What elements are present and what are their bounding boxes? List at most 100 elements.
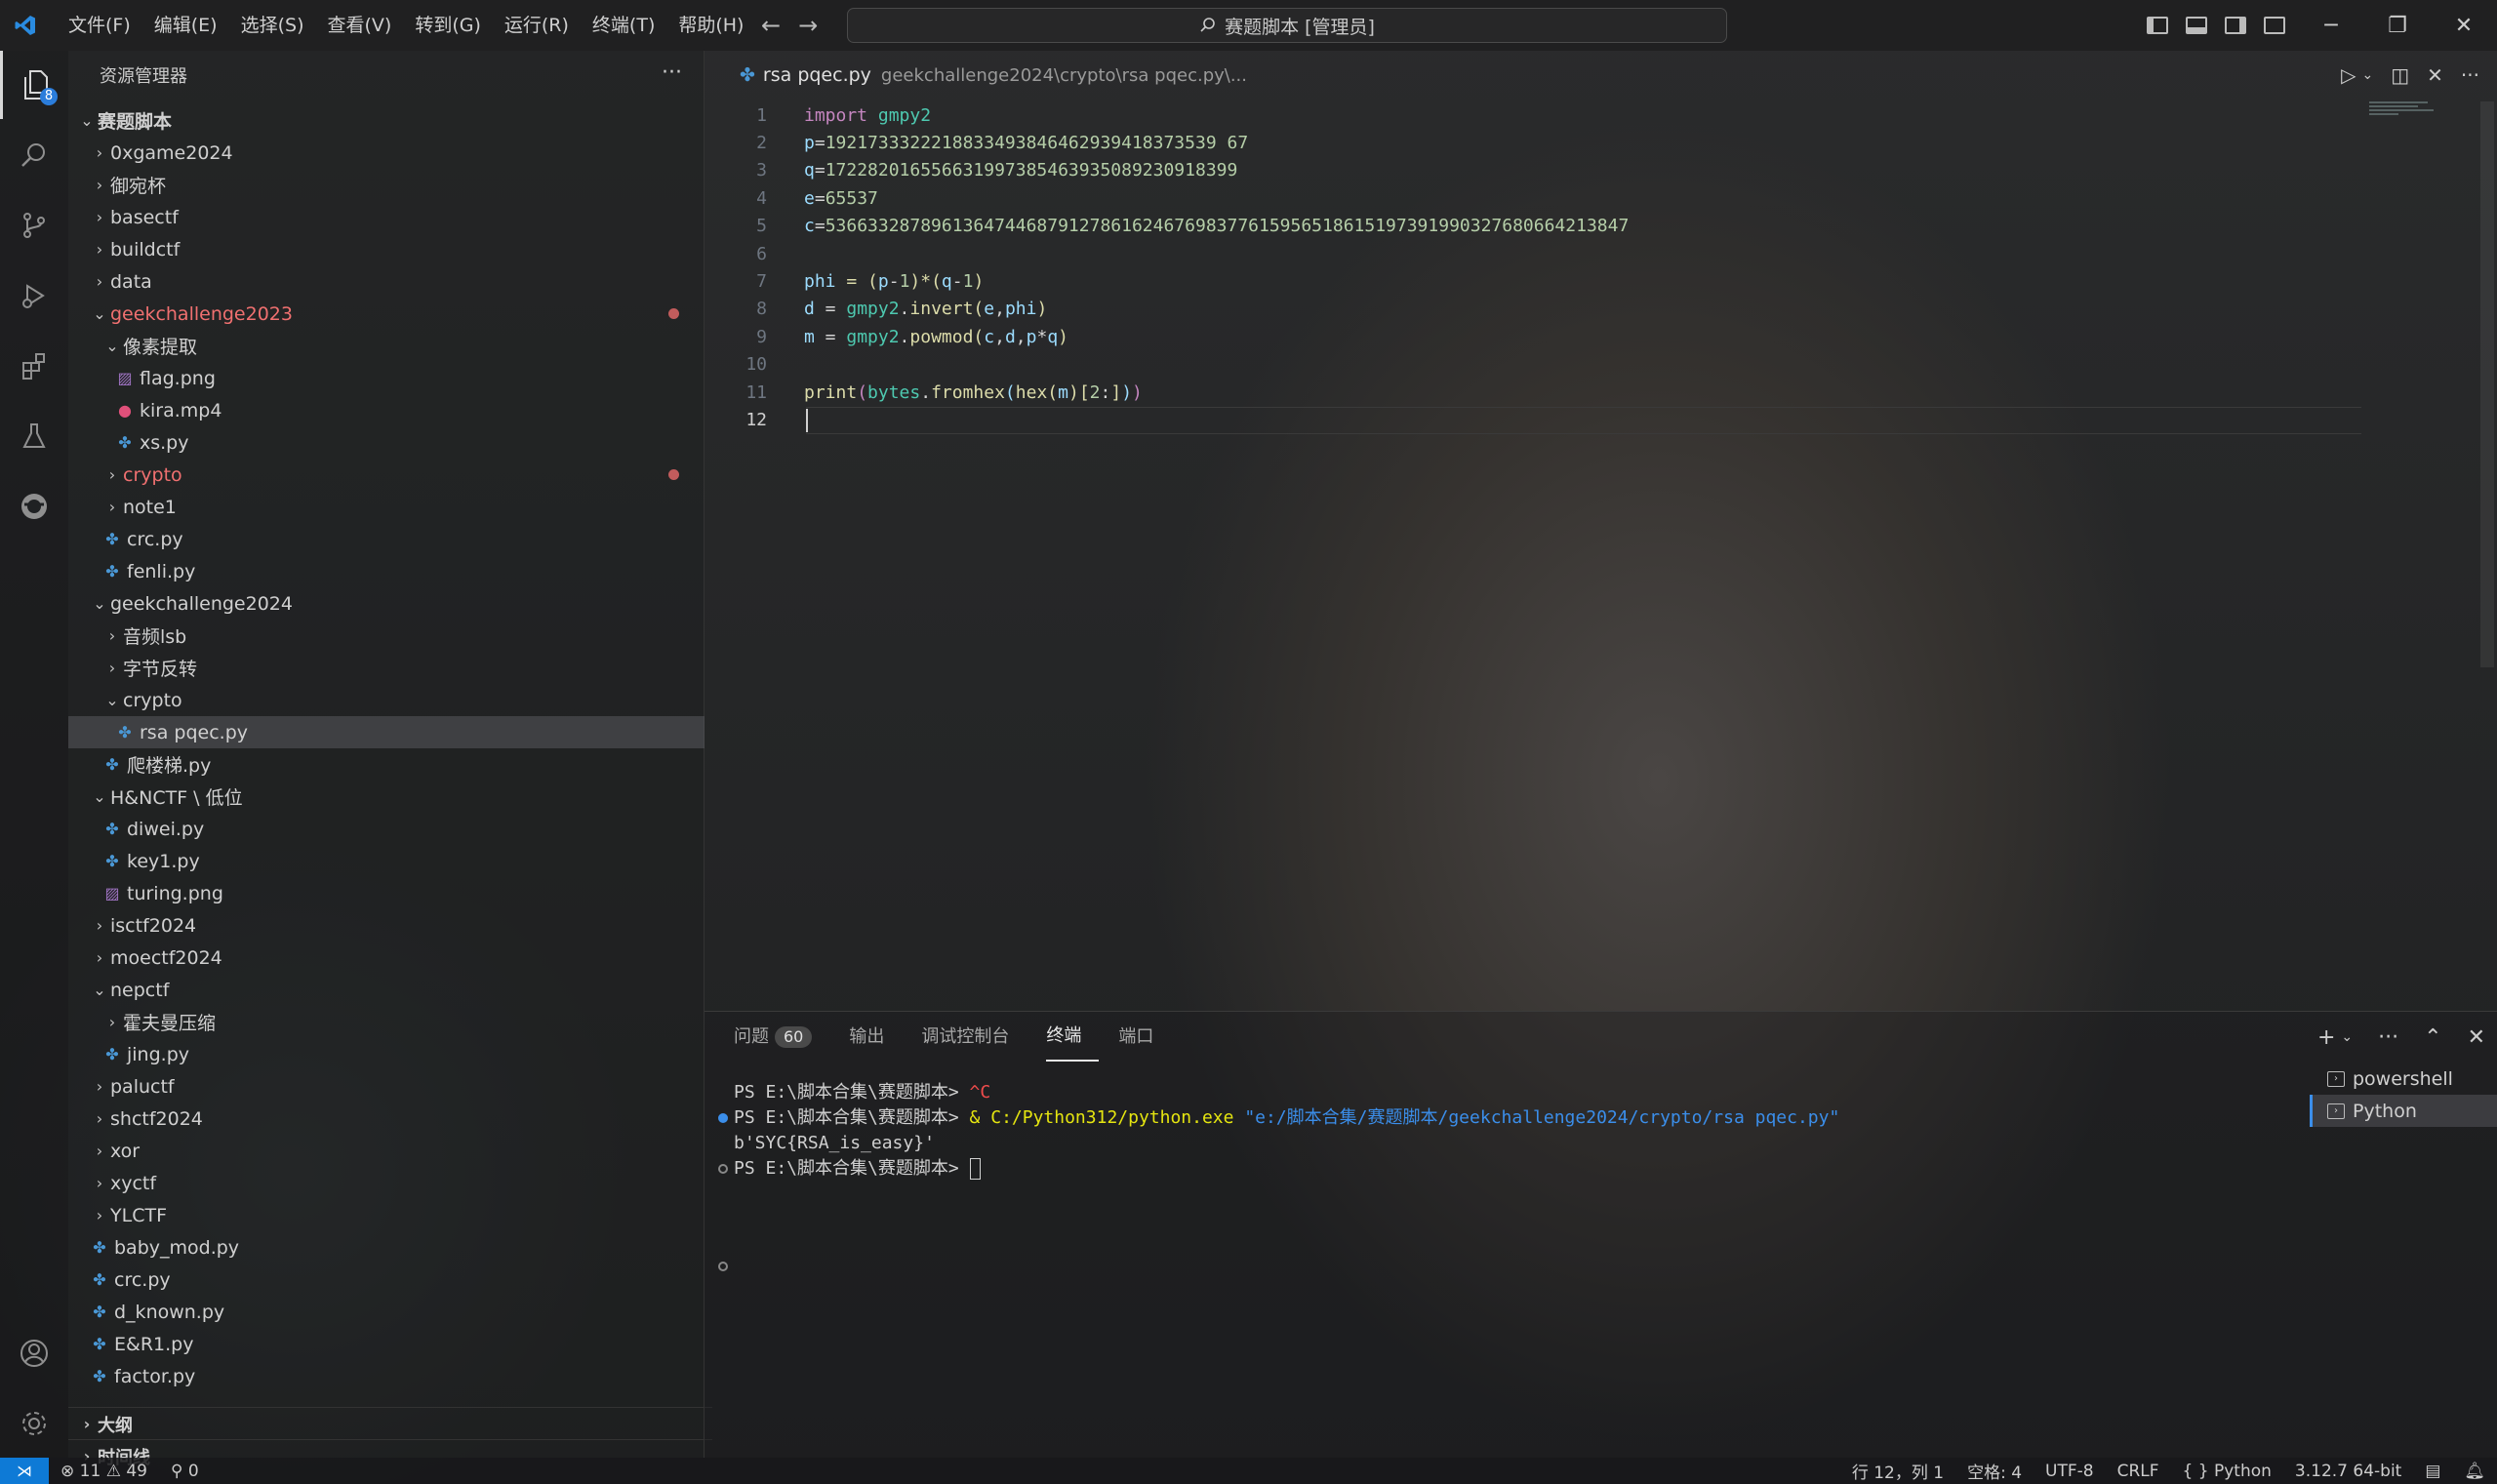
menu-help[interactable]: 帮助(H) xyxy=(666,0,755,51)
remote-explorer-button[interactable] xyxy=(0,472,68,541)
maximize-panel-icon[interactable]: ⌃ xyxy=(2424,1025,2441,1050)
close-tab-icon[interactable]: ✕ xyxy=(2427,63,2443,87)
tree-item[interactable]: ✤ xs.py xyxy=(68,426,705,459)
encoding[interactable]: UTF-8 xyxy=(2034,1462,2106,1481)
ports-status[interactable]: ⚲ 0 xyxy=(159,1462,211,1481)
python-interpreter[interactable]: 3.12.7 64-bit xyxy=(2283,1462,2413,1481)
menu-terminal[interactable]: 终端(T) xyxy=(581,0,666,51)
tree-item[interactable]: › 霍夫曼压缩 xyxy=(68,1006,705,1038)
command-center-search[interactable]: 赛题脚本 [管理员] xyxy=(847,8,1727,43)
tree-item[interactable]: › crypto xyxy=(68,459,705,491)
tree-item[interactable]: ✤ rsa pqec.py xyxy=(68,716,705,748)
code-editor[interactable]: 1 import gmpy2 2 p=192173332221883349384646… xyxy=(705,101,2461,434)
menu-view[interactable]: 查看(V) xyxy=(316,0,404,51)
tree-item[interactable]: › isctf2024 xyxy=(68,909,705,942)
indentation[interactable]: 空格: 4 xyxy=(1955,1459,2034,1483)
panel-tab[interactable]: 输出 xyxy=(849,1012,902,1063)
tree-item[interactable]: ⌄ H&NCTF \ 低位 xyxy=(68,781,705,813)
tree-item[interactable]: › 御宛杯 xyxy=(68,169,705,201)
tree-item[interactable]: ✤ factor.py xyxy=(68,1360,705,1392)
more-actions-icon[interactable]: ··· xyxy=(2461,63,2479,87)
tree-item[interactable]: › YLCTF xyxy=(68,1199,705,1231)
run-debug-button[interactable] xyxy=(0,261,68,330)
close-panel-icon[interactable]: ✕ xyxy=(2468,1025,2485,1050)
tree-item[interactable]: › note1 xyxy=(68,491,705,523)
tree-item[interactable]: ▨ turing.png xyxy=(68,877,705,909)
terminal-item-powershell[interactable]: › powershell xyxy=(2310,1063,2497,1095)
minimap[interactable] xyxy=(2369,101,2436,121)
panel-tab[interactable]: 问题 60 xyxy=(734,1012,829,1063)
notifications-bell-icon[interactable]: 🔔︎ xyxy=(2452,1462,2497,1481)
cursor-position[interactable]: 行 12，列 1 xyxy=(1840,1459,1955,1483)
tree-item[interactable]: › data xyxy=(68,265,705,298)
tree-item[interactable]: › shctf2024 xyxy=(68,1103,705,1135)
tree-item[interactable]: ⌄ nepctf xyxy=(68,974,705,1006)
panel-tab[interactable]: 调试控制台 xyxy=(921,1012,1027,1063)
source-control-button[interactable] xyxy=(0,191,68,260)
restore-button[interactable]: ❐ xyxy=(2364,0,2431,51)
tree-item[interactable]: › xor xyxy=(68,1135,705,1167)
tree-item[interactable]: ✤ crc.py xyxy=(68,1263,705,1296)
tree-item[interactable]: ✤ E&R1.py xyxy=(68,1328,705,1360)
menu-edit[interactable]: 编辑(E) xyxy=(142,0,229,51)
chevron-down-icon[interactable]: ⌄ xyxy=(2341,1029,2353,1045)
tree-item[interactable]: ⌄ crypto xyxy=(68,684,705,716)
tree-item[interactable]: ✤ baby_mod.py xyxy=(68,1231,705,1263)
tree-item[interactable]: › basectf xyxy=(68,201,705,233)
tree-item[interactable]: ● kira.mp4 xyxy=(68,394,705,426)
menu-file[interactable]: 文件(F) xyxy=(57,0,142,51)
more-actions-icon[interactable]: ··· xyxy=(2378,1025,2398,1050)
outline-section[interactable]: › 大纲 xyxy=(68,1407,712,1440)
tree-item[interactable]: ⌄ 像素提取 xyxy=(68,330,705,362)
editor-scrollbar[interactable] xyxy=(2480,101,2494,667)
chevron-down-icon[interactable]: ⌄ xyxy=(2362,67,2374,83)
editor-tab-rsa-pqec[interactable]: ✤ rsa pqec.py xyxy=(740,64,871,86)
testing-button[interactable] xyxy=(0,402,68,470)
terminal-output[interactable]: PS E:\脚本合集\赛题脚本> ^C PS E:\脚本合集\赛题脚本> & C… xyxy=(718,1080,2002,1279)
breadcrumb[interactable]: geekchallenge2024\crypto\rsa pqec.py\... xyxy=(881,65,1247,86)
tree-item[interactable]: ✤ 爬楼梯.py xyxy=(68,748,705,781)
tree-item[interactable]: ✤ fenli.py xyxy=(68,555,705,587)
search-view-button[interactable] xyxy=(0,121,68,189)
split-editor-icon[interactable]: ◫ xyxy=(2391,63,2409,87)
remote-indicator-icon[interactable]: ⋊ xyxy=(0,1458,49,1484)
menu-run[interactable]: 运行(R) xyxy=(493,0,581,51)
line-ending[interactable]: CRLF xyxy=(2106,1462,2171,1481)
tree-item[interactable]: ✤ key1.py xyxy=(68,845,705,877)
tree-item[interactable]: ▨ flag.png xyxy=(68,362,705,394)
document-icon[interactable]: ▤ xyxy=(2413,1462,2452,1481)
new-terminal-icon[interactable]: + xyxy=(2317,1025,2335,1050)
problems-status[interactable]: ⊗ 11 ⚠ 49 xyxy=(49,1462,159,1481)
forward-arrow-icon[interactable]: → xyxy=(798,12,818,39)
panel-tab[interactable]: 终端 xyxy=(1046,1013,1100,1062)
tree-item[interactable]: › 音频lsb xyxy=(68,620,705,652)
tree-item[interactable]: › 0xgame2024 xyxy=(68,137,705,169)
more-actions-icon[interactable]: ··· xyxy=(662,60,682,85)
tree-item[interactable]: › buildctf xyxy=(68,233,705,265)
explorer-button[interactable]: 8 xyxy=(0,51,68,119)
tree-item[interactable]: ✤ diwei.py xyxy=(68,813,705,845)
tree-item[interactable]: › 字节反转 xyxy=(68,652,705,684)
toggle-panel-icon[interactable] xyxy=(2186,17,2207,34)
menu-go[interactable]: 转到(G) xyxy=(403,0,493,51)
panel-tab[interactable]: 端口 xyxy=(1118,1012,1171,1063)
menu-selection[interactable]: 选择(S) xyxy=(229,0,316,51)
tree-item[interactable]: ⌄ geekchallenge2023 xyxy=(68,298,705,330)
tree-item[interactable]: › paluctf xyxy=(68,1070,705,1103)
toggle-secondary-sidebar-icon[interactable] xyxy=(2225,17,2246,34)
terminal-item-python[interactable]: › Python xyxy=(2310,1095,2497,1127)
tree-item[interactable]: › xyctf xyxy=(68,1167,705,1199)
back-arrow-icon[interactable]: ← xyxy=(761,12,781,39)
tree-item[interactable]: ✤ jing.py xyxy=(68,1038,705,1070)
manage-settings-button[interactable] xyxy=(0,1389,68,1458)
tree-root-folder[interactable]: ⌄ 赛题脚本 xyxy=(68,104,705,137)
extensions-button[interactable] xyxy=(0,332,68,400)
run-python-file-icon[interactable]: ▷ xyxy=(2341,63,2356,87)
tree-item[interactable]: ✤ d_known.py xyxy=(68,1296,705,1328)
tree-item[interactable]: › moectf2024 xyxy=(68,942,705,974)
minimize-button[interactable]: ─ xyxy=(2298,0,2364,51)
tree-item[interactable]: ✤ crc.py xyxy=(68,523,705,555)
language-mode[interactable]: { } Python xyxy=(2171,1462,2283,1481)
tree-item[interactable]: ⌄ geekchallenge2024 xyxy=(68,587,705,620)
accounts-button[interactable] xyxy=(0,1319,68,1387)
